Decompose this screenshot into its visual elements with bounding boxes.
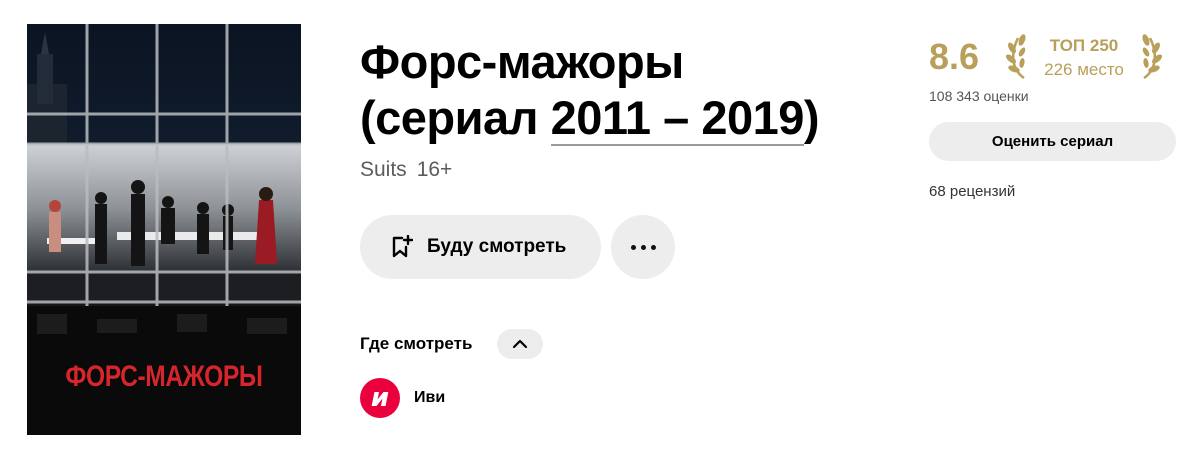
more-options-button[interactable] xyxy=(611,215,675,279)
poster-title: ФОРС-МАЖОРЫ xyxy=(65,360,263,393)
chevron-up-icon xyxy=(512,339,528,349)
watch-later-label: Буду смотреть xyxy=(427,236,567,257)
title-prefix: (сериал xyxy=(360,91,551,144)
rate-series-button[interactable]: Оценить сериал xyxy=(929,122,1176,161)
service-ivi[interactable]: и Иви xyxy=(360,378,445,418)
title-subline: (сериал 2011 – 2019) xyxy=(360,90,820,146)
laurel-right-icon xyxy=(1142,34,1162,80)
watch-later-button[interactable]: Буду смотреть xyxy=(360,215,601,279)
age-rating: 16+ xyxy=(416,158,453,181)
more-dots-icon xyxy=(628,244,658,250)
laurel-left-icon xyxy=(1006,34,1026,80)
where-to-watch-toggle[interactable] xyxy=(497,329,543,359)
title-main: Форс-мажоры xyxy=(360,35,684,88)
top250-place: 226 место xyxy=(1044,60,1124,79)
ivi-logo-icon: и xyxy=(360,378,400,418)
reviews-link[interactable]: 68 рецензий xyxy=(929,183,1015,200)
where-to-watch-label: Где смотреть xyxy=(360,334,473,353)
page-title: Форс-мажоры (сериал 2011 – 2019) xyxy=(360,34,820,146)
votes-count: 108 343 оценки xyxy=(929,88,1029,104)
title-suffix: ) xyxy=(803,91,820,144)
top250-badge[interactable]: ТОП 250 xyxy=(1030,36,1138,56)
title-years-link[interactable]: 2011 – 2019 xyxy=(550,91,804,146)
poster-image[interactable]: ФОРС-МАЖОРЫ xyxy=(27,24,301,435)
original-title: Suits xyxy=(360,158,407,181)
service-name: Иви xyxy=(414,389,446,406)
bookmark-plus-icon xyxy=(392,235,413,258)
original-title-row: Suits 16+ xyxy=(360,158,452,182)
rating-score: 8.6 xyxy=(929,36,980,77)
